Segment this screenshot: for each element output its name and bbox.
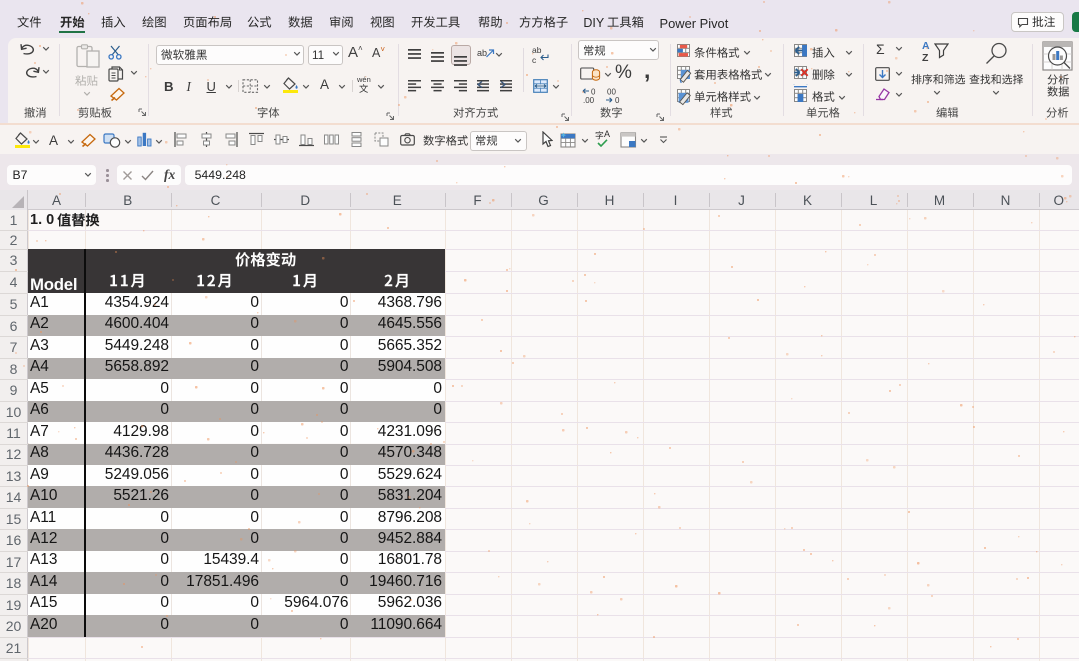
svg-text:0: 0 [615,96,620,104]
svg-text:.00: .00 [583,96,595,104]
